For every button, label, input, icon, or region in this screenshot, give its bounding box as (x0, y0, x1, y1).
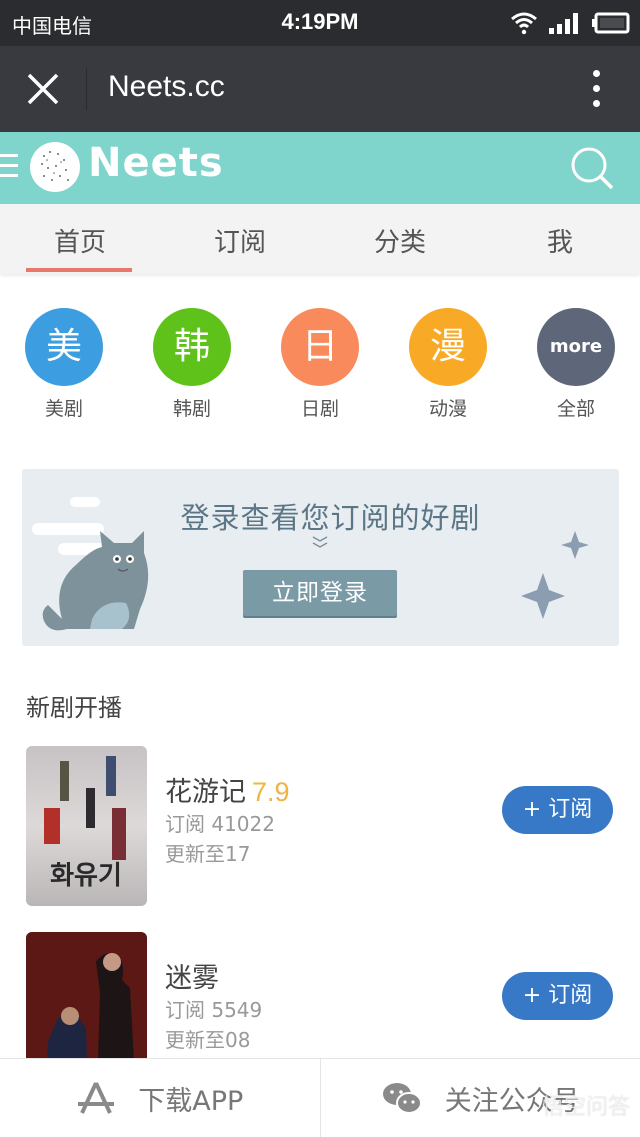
more-icon: more (537, 308, 615, 386)
category-us-drama[interactable]: 美 美剧 (19, 308, 109, 421)
subscriber-count: 订阅 41022 (165, 812, 275, 836)
category-icon: 漫 (409, 308, 487, 386)
status-icons (510, 10, 630, 36)
main-tabs: 首页 订阅 分类 我 (0, 204, 640, 274)
logo-icon (30, 142, 80, 192)
category-icon: 美 (25, 308, 103, 386)
update-status: 更新至17 (165, 842, 251, 866)
show-name: 迷雾 (165, 963, 219, 994)
show-title[interactable]: 花游记 7.9 (165, 770, 290, 809)
category-row: 美 美剧 韩 韩剧 日 日剧 漫 动漫 more 全部 (0, 308, 640, 428)
tab-subscriptions[interactable]: 订阅 (160, 204, 320, 274)
tab-me[interactable]: 我 (480, 204, 640, 274)
chevron-down-icon (312, 536, 328, 548)
login-button[interactable]: 立即登录 (243, 570, 397, 616)
category-label: 动漫 (428, 398, 467, 420)
show-title[interactable]: 迷雾 (165, 956, 219, 995)
brand-logo[interactable]: Neets (88, 140, 224, 186)
download-app-label: 下载APP (138, 1085, 244, 1117)
show-poster[interactable]: 화유기 (26, 746, 147, 906)
battery-icon (592, 12, 630, 34)
login-banner: 登录查看您订阅的好剧 立即登录 (22, 469, 619, 646)
category-korean-drama[interactable]: 韩 韩剧 (147, 308, 237, 421)
category-all[interactable]: more 全部 (531, 308, 621, 421)
update-status: 更新至08 (165, 1028, 251, 1052)
subscribe-button[interactable]: + 订阅 (502, 972, 613, 1020)
bottom-bar: 下载APP 关注公众号 悟空问答 (0, 1058, 640, 1137)
sparkle-icon (521, 573, 565, 619)
more-vertical-icon[interactable] (590, 70, 602, 110)
browser-title: Neets.cc (108, 70, 225, 103)
show-list-item[interactable]: 화유기 花游记 7.9 订阅 41022 更新至17 + 订阅 (0, 746, 640, 906)
signal-icon (549, 13, 578, 34)
category-anime[interactable]: 漫 动漫 (403, 308, 493, 421)
download-app-button[interactable]: 下载APP (0, 1059, 320, 1137)
tab-categories[interactable]: 分类 (320, 204, 480, 274)
category-icon: 日 (281, 308, 359, 386)
app-store-icon (78, 1082, 115, 1114)
category-japanese-drama[interactable]: 日 日剧 (275, 308, 365, 421)
title-divider (86, 68, 87, 110)
wechat-icon (382, 1083, 422, 1114)
banner-headline: 登录查看您订阅的好剧 (180, 501, 481, 535)
watermark: 悟空问答 (541, 1095, 630, 1120)
browser-title-bar: Neets.cc (0, 46, 640, 132)
show-score: 7.9 (252, 777, 290, 807)
hamburger-icon[interactable] (0, 154, 18, 180)
status-bar: 中国电信 4:19PM (0, 0, 640, 46)
app-header: Neets (0, 132, 640, 204)
subscriber-count: 订阅 5549 (165, 998, 263, 1022)
section-title: 新剧开播 (26, 694, 122, 722)
search-icon[interactable] (568, 144, 616, 192)
close-icon[interactable] (24, 70, 62, 108)
category-icon: 韩 (153, 308, 231, 386)
category-label: 日剧 (300, 398, 339, 420)
subscribe-button[interactable]: + 订阅 (502, 786, 613, 834)
category-label: 全部 (556, 398, 595, 420)
category-label: 美剧 (44, 398, 83, 420)
category-label: 韩剧 (172, 398, 211, 420)
svg-text:화유기: 화유기 (50, 861, 122, 891)
show-name: 花游记 (165, 777, 246, 808)
tab-home[interactable]: 首页 (0, 204, 160, 274)
wifi-icon (511, 12, 537, 35)
